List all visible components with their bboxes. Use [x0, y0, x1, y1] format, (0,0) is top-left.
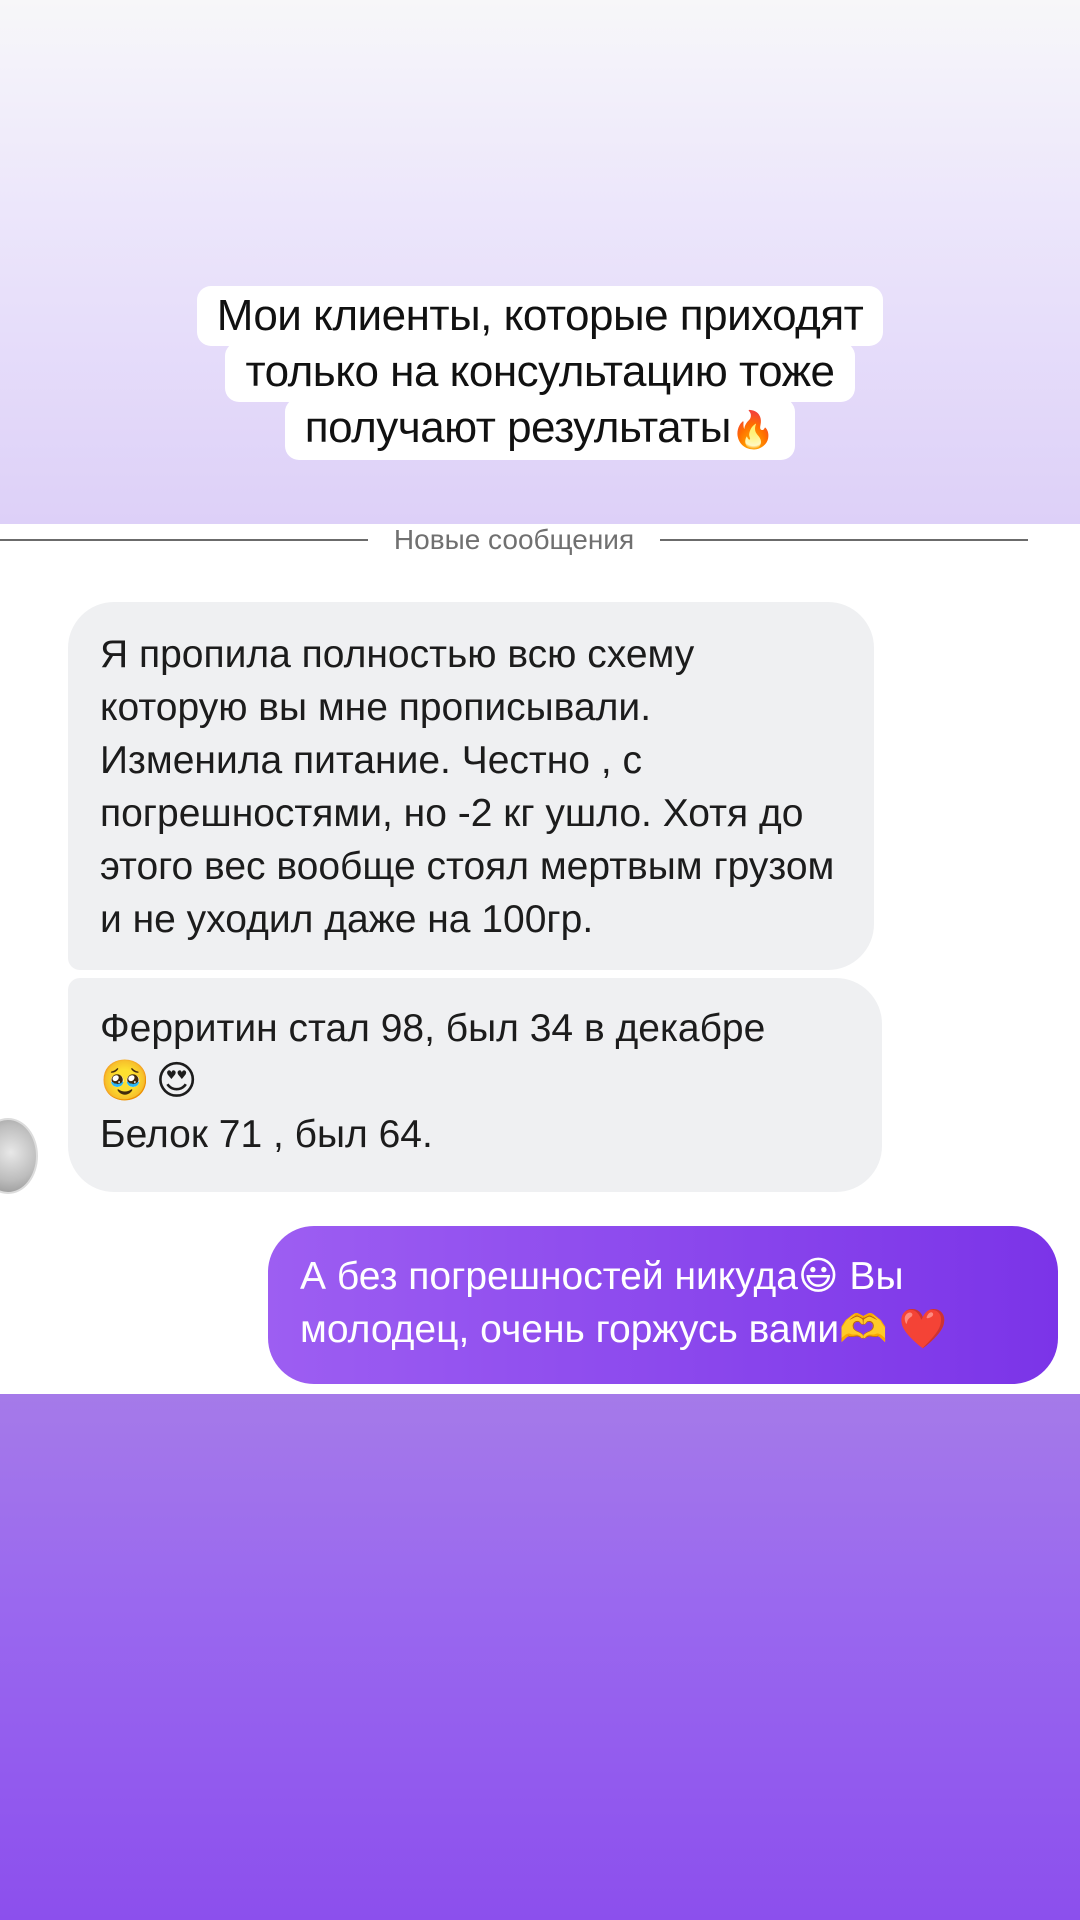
incoming-message-1[interactable]: Я пропила полностью всю схему которую вы… — [68, 602, 874, 970]
sender-avatar[interactable] — [0, 1118, 38, 1194]
fire-icon: 🔥 — [730, 409, 776, 450]
caption-line-3-text: получают результаты — [304, 403, 732, 452]
story-caption: Мои клиенты, которые приходят только на … — [0, 286, 1080, 460]
new-messages-divider: Новые сообщения — [0, 520, 1080, 560]
caption-line-3: получают результаты🔥 — [284, 398, 796, 460]
message-text-line-2: Белок 71 , был 64. — [100, 1113, 433, 1156]
story-background-bottom — [0, 1394, 1080, 1920]
caption-line-1: Мои клиенты, которые приходят — [196, 286, 884, 346]
caption-line-2: только на консультацию тоже — [225, 342, 855, 402]
new-messages-label: Новые сообщения — [393, 524, 635, 555]
message-text: Я пропила полностью всю схему которую вы… — [100, 633, 835, 941]
message-text-line-1: Ферритин стал 98, был 34 в декабре — [100, 1007, 766, 1050]
incoming-message-2[interactable]: Ферритин стал 98, был 34 в декабре 🥹😍 Бе… — [68, 978, 882, 1192]
divider-rule-left — [0, 539, 368, 541]
divider-rule-right — [660, 539, 1029, 541]
pleading-and-heart-eyes-icon: 🥹😍 — [100, 1059, 204, 1103]
outgoing-message[interactable]: А без погрешностей никуда😃 Вы молодец, о… — [268, 1226, 1058, 1384]
message-text: А без погрешностей никуда😃 Вы молодец, о… — [300, 1255, 948, 1351]
